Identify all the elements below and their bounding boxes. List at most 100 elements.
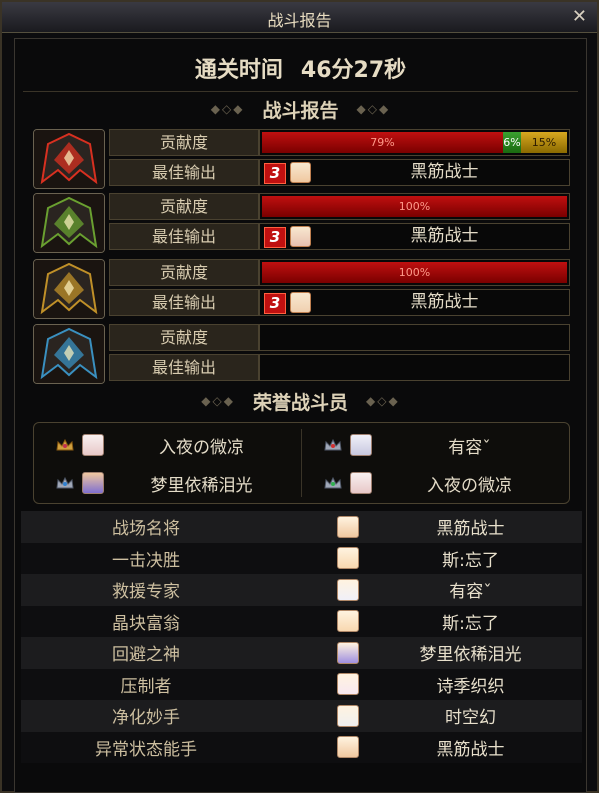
class-portrait-icon: [33, 259, 105, 319]
award-row: 战场名将 黑筋战士: [21, 511, 582, 543]
contribution-bar: [259, 324, 570, 351]
close-icon[interactable]: ✕: [572, 6, 587, 27]
party-member-row: 贡献度 100% 最佳输出 3 黑筋战士: [33, 259, 583, 319]
avatar: [82, 472, 104, 494]
class-portrait-icon: [33, 129, 105, 189]
battle-report-heading: ◆◇◆ 战斗报告 ◆◇◆: [15, 97, 586, 122]
ornament-right-icon: ◆◇◆: [366, 394, 400, 408]
best-output-name[interactable]: 黑筋战士: [320, 160, 569, 185]
contribution-segment: 6%: [503, 132, 521, 153]
honor-heading: ◆◇◆ 荣誉战斗员 ◆◇◆: [15, 389, 586, 414]
contribution-label: 贡献度: [109, 129, 259, 156]
contribution-segment: 79%: [262, 132, 503, 153]
honor-member[interactable]: 入夜の微凉: [34, 427, 299, 463]
award-title: 回避之神: [112, 645, 180, 666]
award-winner-name[interactable]: 斯:忘了: [359, 546, 582, 571]
class-portrait-icon: [33, 193, 105, 253]
avatar: [337, 578, 359, 601]
honor-member-name: 入夜の微凉: [159, 437, 244, 458]
contribution-label: 贡献度: [109, 324, 259, 351]
best-output-field: 3 黑筋战士: [259, 289, 570, 316]
crown-icon: [324, 477, 342, 489]
avatar: [82, 434, 104, 456]
honor-heading-text: 荣誉战斗员: [252, 391, 348, 414]
rank-badge: 3: [264, 227, 286, 248]
title-bar: 战斗报告 ✕: [2, 2, 597, 33]
rank-badge: 3: [264, 163, 286, 184]
award-title: 救援专家: [112, 582, 180, 603]
contribution-bar: 100%: [259, 193, 570, 220]
avatar: [337, 641, 359, 664]
award-row: 救援专家 有容ˇ: [21, 574, 582, 606]
best-output-field: [259, 354, 570, 381]
battle-report-window: 战斗报告 ✕ 通关时间 46分27秒 ◆◇◆ 战斗报告 ◆◇◆ 贡献度 79% 6%…: [0, 0, 599, 793]
honor-member[interactable]: 有容ˇ: [302, 427, 567, 463]
clear-time-label: 通关时间: [194, 58, 283, 83]
award-winner-name[interactable]: 时空幻: [359, 703, 582, 728]
contribution-label: 贡献度: [109, 259, 259, 286]
honor-member-name: 入夜の微凉: [427, 475, 512, 496]
contribution-bar: 79% 6% 15%: [259, 129, 570, 156]
party-member-row: 贡献度 79% 6% 15% 最佳输出 3 黑筋战士: [33, 129, 583, 189]
awards-list: 战场名将 黑筋战士 一击决胜 斯:忘了 救援专家 有容ˇ 晶块富翁 斯:忘了 回避之神 梦里依稀泪…: [21, 511, 582, 763]
avatar: [337, 547, 359, 570]
avatar: [337, 673, 359, 696]
avatar: [290, 292, 311, 313]
ornament-left-icon: ◆◇◆: [201, 394, 235, 408]
avatar: [350, 434, 372, 456]
best-output-name[interactable]: 黑筋战士: [320, 290, 569, 315]
crown-icon: [56, 477, 74, 489]
award-winner-name[interactable]: 有容ˇ: [359, 577, 582, 602]
contribution-bar: 100%: [259, 259, 570, 286]
clear-time-value: 46分27秒: [300, 58, 407, 83]
avatar: [337, 736, 359, 759]
best-output-field: 3 黑筋战士: [259, 223, 570, 250]
honor-member-name: 梦里依稀泪光: [150, 475, 253, 496]
crown-icon: [56, 439, 74, 451]
report-panel: 通关时间 46分27秒 ◆◇◆ 战斗报告 ◆◇◆ 贡献度 79% 6% 15% 最佳输出…: [14, 38, 587, 793]
contribution-segment: 100%: [262, 196, 567, 217]
best-output-label: 最佳输出: [109, 354, 259, 381]
award-row: 一击决胜 斯:忘了: [21, 542, 582, 574]
party-member-row: 贡献度 100% 最佳输出 3 黑筋战士: [33, 193, 583, 253]
honor-member[interactable]: 入夜の微凉: [302, 465, 567, 501]
honor-member-name: 有容ˇ: [448, 437, 491, 458]
award-row: 回避之神 梦里依稀泪光: [21, 637, 582, 669]
award-row: 压制者 诗季织织: [21, 668, 582, 700]
best-output-field: 3 黑筋战士: [259, 159, 570, 186]
avatar: [337, 515, 359, 538]
battle-report-heading-text: 战斗报告: [262, 99, 339, 122]
honor-member[interactable]: 梦里依稀泪光: [34, 465, 299, 501]
award-winner-name[interactable]: 黑筋战士: [359, 514, 582, 539]
contribution-label: 贡献度: [109, 193, 259, 220]
clear-time-bar: 通关时间 46分27秒: [23, 45, 578, 92]
award-winner-name[interactable]: 黑筋战士: [359, 735, 582, 760]
best-output-label: 最佳输出: [109, 289, 259, 316]
party-member-row: 贡献度 最佳输出: [33, 324, 583, 384]
contribution-segment: 15%: [521, 132, 567, 153]
avatar: [337, 704, 359, 727]
avatar: [290, 226, 311, 247]
class-portrait-icon: [33, 324, 105, 384]
award-title: 战场名将: [112, 519, 180, 540]
ornament-right-icon: ◆◇◆: [356, 102, 391, 116]
award-title: 压制者: [120, 676, 172, 697]
honor-members-panel: 入夜の微凉 有容ˇ 梦里依稀泪光 入夜の微凉: [33, 422, 570, 504]
award-row: 晶块富翁 斯:忘了: [21, 605, 582, 637]
best-output-name[interactable]: 黑筋战士: [320, 224, 569, 249]
contribution-segment: 100%: [262, 262, 567, 283]
best-output-label: 最佳输出: [109, 159, 259, 186]
award-title: 晶块富翁: [112, 613, 180, 634]
award-winner-name[interactable]: 诗季织织: [359, 672, 582, 697]
award-winner-name[interactable]: 斯:忘了: [359, 609, 582, 634]
window-title: 战斗报告: [267, 11, 332, 30]
award-winner-name[interactable]: 梦里依稀泪光: [359, 640, 582, 665]
avatar: [350, 472, 372, 494]
ornament-left-icon: ◆◇◆: [210, 102, 245, 116]
avatar: [337, 610, 359, 633]
best-output-label: 最佳输出: [109, 223, 259, 250]
award-row: 异常状态能手 黑筋战士: [21, 731, 582, 763]
crown-icon: [324, 439, 342, 451]
rank-badge: 3: [264, 293, 286, 314]
award-title: 净化妙手: [112, 708, 180, 729]
